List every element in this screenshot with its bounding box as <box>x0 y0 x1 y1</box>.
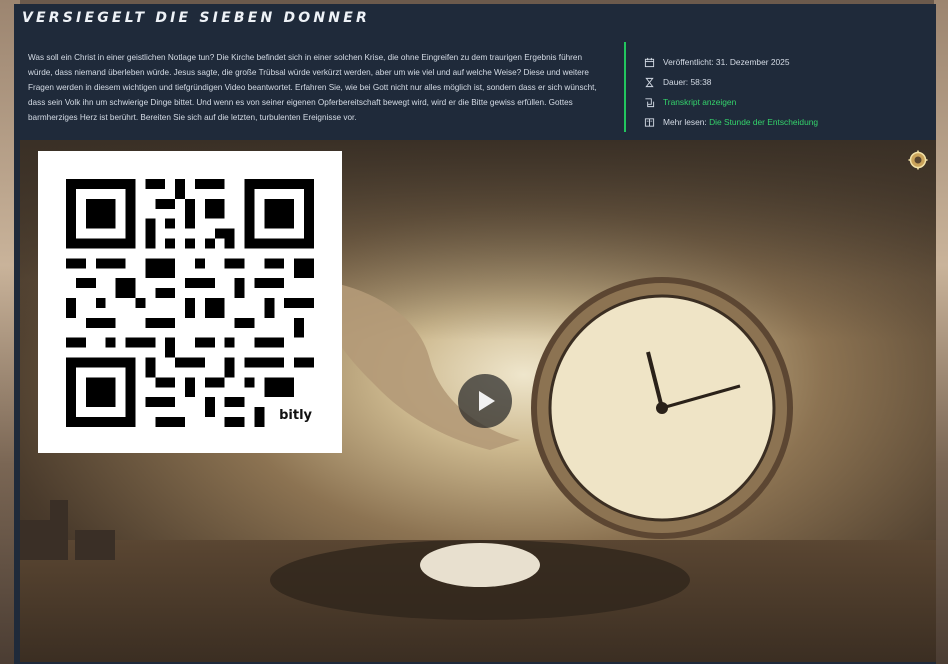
video-description: Was soll ein Christ in einer geistlichen… <box>28 53 597 122</box>
book-icon <box>644 117 655 127</box>
bitly-logo: bitly <box>279 408 312 423</box>
video-player[interactable]: bitly <box>20 140 936 662</box>
more-label: Mehr lesen: <box>663 117 707 127</box>
page-title: VERSIEGELT DIE SIEBEN DONNER <box>22 10 370 26</box>
qr-code[interactable]: bitly <box>38 151 342 453</box>
divider <box>624 42 626 132</box>
meta-more: Mehr lesen: Die Stunde der Entscheidung <box>644 112 924 132</box>
transcript-link[interactable]: Transkript anzeigen <box>663 97 736 107</box>
meta-transcript[interactable]: Transkript anzeigen <box>644 92 924 112</box>
calendar-icon <box>644 57 655 67</box>
meta-list: Veröffentlicht: 31. Dezember 2025 Dauer:… <box>644 52 924 132</box>
transcript-icon <box>645 97 655 107</box>
background-right <box>934 0 948 664</box>
duration: Dauer: 58:38 <box>663 77 712 87</box>
meta-duration: Dauer: 58:38 <box>644 72 924 92</box>
published-date: Veröffentlicht: 31. Dezember 2025 <box>663 57 790 67</box>
gear-icon[interactable] <box>908 150 928 170</box>
play-button[interactable] <box>458 374 512 428</box>
hourglass-icon <box>645 77 654 87</box>
qr-code-pattern <box>66 179 314 427</box>
more-link[interactable]: Die Stunde der Entscheidung <box>709 117 818 127</box>
video-card: VERSIEGELT DIE SIEBEN DONNER Was soll ei… <box>14 4 936 664</box>
meta-published: Veröffentlicht: 31. Dezember 2025 <box>644 52 924 72</box>
